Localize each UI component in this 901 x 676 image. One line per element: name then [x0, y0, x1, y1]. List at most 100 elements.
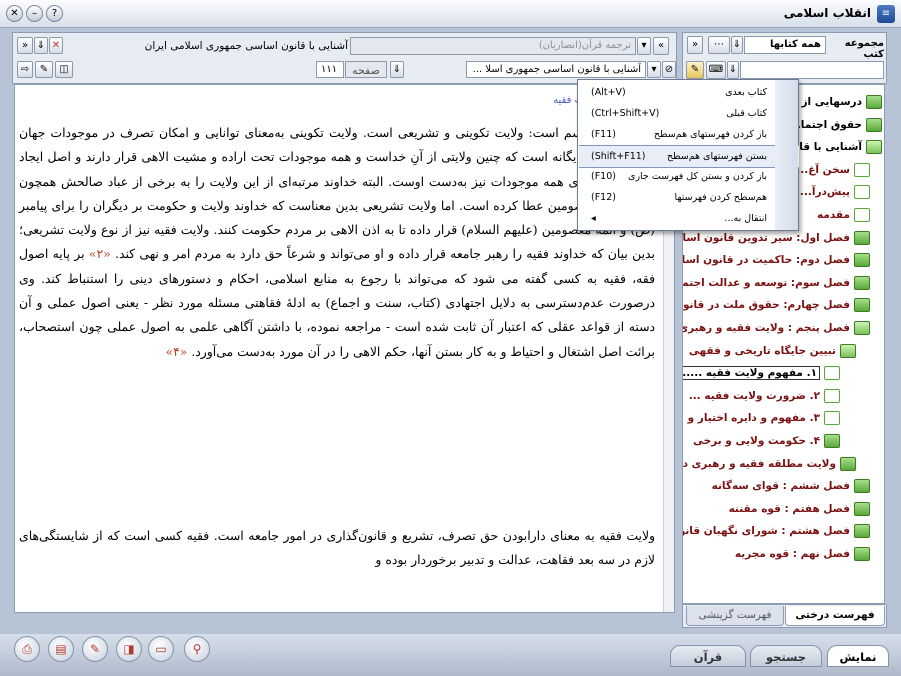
menu-item[interactable]: ◆هم‌سطح کردن فهرستها(F12): [579, 187, 799, 208]
menu-item-shortcut: ◂: [591, 213, 596, 224]
tree-item[interactable]: فصل ششم : قوای سه‌گانه: [712, 475, 870, 497]
translation-dropdown-icon[interactable]: ▾: [637, 37, 651, 55]
menu-item[interactable]: انتقال به... ◂: [579, 208, 799, 229]
book-icon: [854, 298, 870, 313]
help-icon[interactable]: ?: [46, 5, 63, 22]
page-number-input[interactable]: ۱۱۱: [316, 61, 344, 78]
tree-item-label: فصل هفتم : قوه مقننه: [728, 502, 850, 515]
title-bar: [0, 0, 901, 28]
menu-item[interactable]: ⇑کتاب قبلی(Ctrl+Shift+V): [579, 103, 799, 124]
tree-item[interactable]: فصل چهارم: حقوق ملت در قانون: [682, 294, 870, 316]
next-arrow-icon[interactable]: ⇨: [17, 61, 33, 78]
tree-item[interactable]: فصل هشتم : شورای نگهبان قانو: [683, 520, 870, 542]
tree-item[interactable]: سخن آغ...: [796, 159, 870, 181]
tab-display[interactable]: نمایش: [827, 645, 889, 667]
paragraph-1-text: ولایت بر دو قسم است: ولایت تکوینی و تشری…: [19, 125, 655, 262]
more-options-icon[interactable]: ⋯: [708, 36, 730, 54]
tree-item[interactable]: آشنایی با قا...: [787, 136, 882, 158]
search-icon[interactable]: ⚲: [184, 636, 210, 662]
expand-icon[interactable]: »: [17, 37, 33, 54]
app-logo-icon: ≡: [877, 5, 895, 23]
tab-tree-index[interactable]: فهرست درختی: [785, 606, 885, 626]
keyboard-icon[interactable]: ⌨: [706, 61, 726, 79]
book-icon: [854, 524, 870, 539]
tree-item[interactable]: درسهایی از ...: [786, 91, 882, 113]
tab-selective-index[interactable]: فهرست گزینشی: [686, 606, 784, 626]
book-icon: [854, 547, 870, 561]
footnote-4[interactable]: «۴»: [166, 344, 188, 359]
collapse-icon[interactable]: «: [653, 37, 669, 55]
tree-item[interactable]: ۴. حکومت ولایی و برخی: [693, 430, 840, 452]
tree-search-input[interactable]: [740, 61, 884, 79]
bookmark-icon[interactable]: ⊘: [662, 61, 676, 78]
tree-item-label: فصل ششم : قوای سه‌گانه: [711, 480, 850, 493]
tree-item[interactable]: حقوق اجتما...: [789, 114, 882, 136]
book-icon: [854, 479, 870, 494]
book-icon: [866, 95, 882, 109]
expand-right-icon[interactable]: »: [687, 36, 703, 54]
tree-item[interactable]: تبیین جایگاه تاریخی و فقهی: [689, 340, 856, 362]
tree-item[interactable]: ۲. ضرورت ولایت فقیه ...: [689, 385, 840, 407]
menu-item-label: هم‌سطح کردن فهرستها: [674, 192, 768, 203]
tab-search[interactable]: جستجو: [750, 645, 822, 667]
minimize-icon[interactable]: –: [26, 5, 43, 22]
document-icon: [824, 366, 840, 381]
document-icon: [854, 185, 870, 200]
menu-item[interactable]: ◆باز کردن و بستن کل فهرست جاری(F10): [579, 166, 799, 187]
tree-item-label: فصل نهم : قوه مجریه: [734, 548, 850, 560]
tree-item-label: فصل چهارم: حقوق ملت در قانون: [682, 299, 850, 312]
tree-item-label: ۲. ضرورت ولایت فقیه ...: [688, 389, 820, 402]
search-dropdown-icon[interactable]: ⇓: [727, 61, 739, 79]
tree-item-label: فصل پنجم : ولایت فقیه و رهبری: [682, 322, 850, 334]
book-icon[interactable]: ▤: [48, 636, 74, 662]
document-view[interactable]: ت فقیه ولایت بر دو قسم است: ولایت تکوینی…: [14, 84, 675, 613]
tree-tools-icon[interactable]: ✎: [686, 61, 704, 79]
split-view-icon[interactable]: ◫: [55, 61, 73, 78]
document-icon: [824, 411, 840, 426]
tree-item[interactable]: پیش‌درآ...: [800, 181, 870, 203]
collection-dropdown-icon[interactable]: ⇓: [731, 36, 743, 54]
tab-quran[interactable]: قرآن: [670, 645, 746, 667]
page-go-icon[interactable]: ⇓: [390, 61, 404, 78]
tree-item[interactable]: فصل سوم: توسعه و عدالت اجتما: [683, 272, 870, 294]
tree-item[interactable]: ولایت مطلقه فقیه و رهبری د: [683, 453, 856, 475]
menu-item-label: انتقال به...: [724, 213, 767, 224]
dropdown-arrow-icon[interactable]: ⇓: [34, 37, 48, 54]
app-title: انقلاب اسلامی: [783, 6, 871, 20]
tree-item-label: حقوق اجتما...: [788, 118, 862, 131]
book-icon: [824, 434, 840, 448]
tree-item[interactable]: فصل دوم: حاکمیت در قانون اسا: [683, 249, 870, 271]
note-icon[interactable]: ✎: [82, 636, 108, 662]
book-icon: [854, 321, 870, 335]
paragraph-2: ولایت فقیه به معنای دارابودن حق تصرف، تش…: [19, 528, 655, 568]
tree-item[interactable]: فصل پنجم : ولایت فقیه و رهبری: [682, 317, 870, 339]
translation-selector[interactable]: ترجمه قرآن(انصاریان): [350, 37, 636, 55]
tree-item-label: ولایت مطلقه فقیه و رهبری د: [682, 457, 836, 470]
tree-item[interactable]: ۳. مفهوم و دایره اختیار و: [688, 407, 840, 429]
close-icon[interactable]: ✕: [6, 5, 23, 22]
menu-item[interactable]: ≡بستن فهرستهای هم‌سطح(Shift+F11): [579, 145, 799, 168]
collection-selector[interactable]: همه کتابها: [744, 36, 826, 54]
print-icon[interactable]: ⎙: [14, 636, 40, 662]
tree-item[interactable]: فصل نهم : قوه مجریه: [735, 543, 870, 565]
tree-item[interactable]: ۱. مفهوم ولایت فقیه .....: [683, 362, 840, 384]
footnote-2[interactable]: «۲»: [89, 246, 111, 261]
tree-item-label: فصل اول: سیر تدوین قانون اسا: [682, 231, 850, 244]
menu-item[interactable]: ⇓کتاب بعدی(Alt+V): [579, 82, 799, 103]
layout-icon[interactable]: ▭: [148, 636, 174, 662]
close-doc-icon[interactable]: ✕: [49, 37, 63, 54]
menu-item-shortcut: (Alt+V): [591, 87, 626, 98]
menu-item-label: کتاب بعدی: [725, 87, 767, 98]
doc-selector-dropdown-icon[interactable]: ▾: [647, 61, 661, 78]
book-icon: [854, 230, 870, 245]
book-title: آشنایی با قانون اساسی جمهوری اسلامی ایرا…: [144, 40, 348, 52]
tree-item-label: تبیین جایگاه تاریخی و فقهی: [688, 344, 836, 357]
tree-item[interactable]: فصل هفتم : قوه مقننه: [729, 498, 870, 520]
tools-icon[interactable]: ✎: [35, 61, 53, 78]
doc-selector[interactable]: آشنایی با قانون اساسی جمهوری اسلا ...: [466, 61, 646, 78]
menu-item-label: بستن فهرستهای هم‌سطح: [666, 151, 767, 162]
page-nav-icon[interactable]: ◨: [116, 636, 142, 662]
tree-item[interactable]: مقدمه: [817, 204, 870, 226]
menu-item[interactable]: ≡باز کردن فهرستهای هم‌سطح(F11): [579, 124, 799, 145]
book-icon: [840, 343, 856, 358]
